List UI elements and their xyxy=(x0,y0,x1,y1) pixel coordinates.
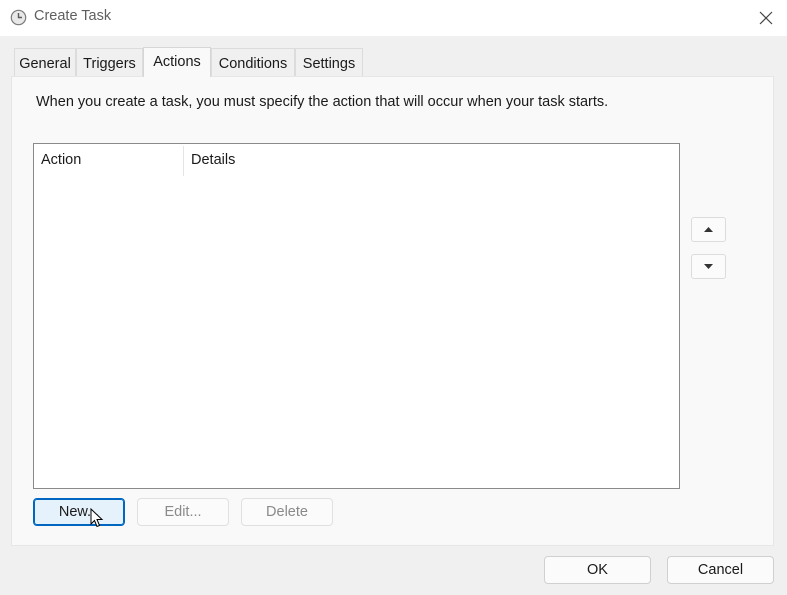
window-title: Create Task xyxy=(34,8,112,24)
move-down-button[interactable] xyxy=(691,254,726,279)
column-header-action[interactable]: Action xyxy=(41,144,81,176)
tab-actions[interactable]: Actions xyxy=(143,47,211,77)
actions-panel: When you create a task, you must specify… xyxy=(11,76,774,546)
column-divider[interactable] xyxy=(183,146,184,176)
tab-settings[interactable]: Settings xyxy=(295,48,363,76)
delete-action-button[interactable]: Delete xyxy=(241,498,333,526)
tab-triggers[interactable]: Triggers xyxy=(76,48,143,76)
actions-list[interactable]: Action Details xyxy=(33,143,680,489)
mouse-pointer-icon xyxy=(90,508,104,528)
close-button[interactable] xyxy=(750,4,782,32)
ok-button[interactable]: OK xyxy=(544,556,651,584)
column-header-details[interactable]: Details xyxy=(191,144,235,176)
new-action-button[interactable]: New... xyxy=(33,498,125,526)
move-down-icon xyxy=(704,264,713,269)
move-up-icon xyxy=(704,227,713,232)
clock-icon xyxy=(10,9,27,26)
title-bar: Create Task xyxy=(0,0,787,36)
move-up-button[interactable] xyxy=(691,217,726,242)
edit-action-button[interactable]: Edit... xyxy=(137,498,229,526)
instruction-text: When you create a task, you must specify… xyxy=(36,94,609,110)
close-icon xyxy=(759,11,773,25)
tab-conditions[interactable]: Conditions xyxy=(211,48,295,76)
cancel-button[interactable]: Cancel xyxy=(667,556,774,584)
tab-general[interactable]: General xyxy=(14,48,76,76)
